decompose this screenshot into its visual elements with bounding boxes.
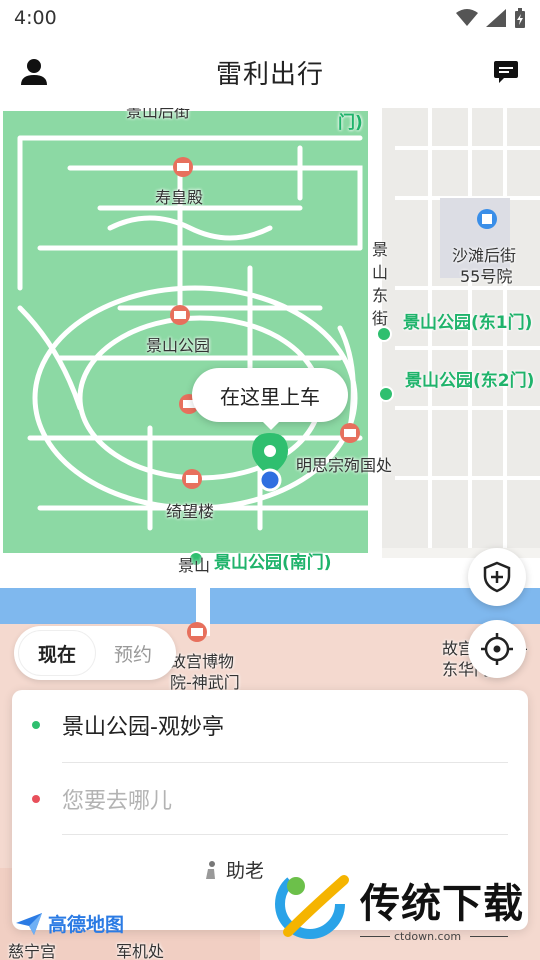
poi-pin-icon: [173, 157, 193, 177]
watermark: 传统下载 ctdown.com: [268, 850, 540, 958]
start-dot: [32, 721, 40, 729]
elder-icon: [206, 860, 215, 879]
amap-arrow-icon: [16, 912, 42, 935]
map-label: 门): [338, 113, 363, 133]
crosshair-icon: [481, 633, 513, 665]
pickup-location-row[interactable]: 景山公园-观妙亭: [12, 690, 528, 760]
divider: [470, 936, 508, 937]
destination-placeholder: 您要去哪儿: [62, 789, 173, 814]
map-label: 军机处: [116, 942, 165, 960]
time-tabs: 现在 预约: [14, 626, 176, 680]
map-label: 明思宗殉国处: [296, 456, 393, 475]
map-label: 景山公园(东1门): [403, 313, 533, 333]
map-view[interactable]: 景山后街 门) 寿皇殿 沙滩后街 55号院 景山东街 景山公园 景山公园(东1门…: [0, 108, 540, 960]
profile-button[interactable]: [16, 54, 52, 90]
map-label: 故宫博物院-神武门: [170, 652, 240, 692]
messages-button[interactable]: [488, 54, 524, 90]
poi-pin-icon: [170, 305, 190, 325]
status-bar: 4:00: [0, 0, 540, 36]
map-label: 寿皇殿: [155, 188, 204, 207]
watermark-site: ctdown.com: [394, 930, 462, 943]
app-header: 雷利出行: [0, 36, 540, 108]
map-label: 55号院: [460, 267, 513, 286]
safety-button[interactable]: [468, 548, 526, 606]
map-label: 绮望楼: [166, 502, 215, 521]
map-label: 景山公园(南门): [214, 553, 332, 573]
divider: [360, 936, 390, 937]
poi-pin-icon: [187, 622, 207, 642]
tab-now[interactable]: 现在: [19, 631, 95, 675]
signal-icon: [486, 9, 506, 27]
elder-assist-button[interactable]: 助老: [202, 856, 264, 883]
poi-pin-icon: [477, 209, 497, 229]
pickup-location: 景山公园-观妙亭: [62, 715, 224, 740]
poi-pin-icon: [340, 423, 360, 443]
shield-icon: [483, 561, 511, 593]
map-label: 景山后街: [126, 108, 191, 121]
status-time: 4:00: [14, 7, 57, 29]
message-icon: [494, 61, 518, 83]
map-label: 景山东街: [372, 240, 389, 328]
status-icons: [456, 8, 526, 28]
amap-logo-text: 高德地图: [48, 914, 125, 936]
pickup-bubble[interactable]: 在这里上车: [192, 368, 348, 430]
watermark-brand: 传统下载: [360, 881, 524, 927]
amap-logo: 高德地图: [14, 910, 124, 937]
map-label: 景山: [178, 556, 211, 575]
app-title: 雷利出行: [215, 59, 324, 90]
map-label: 景山公园: [146, 336, 211, 355]
map-label: 景山公园(东2门): [405, 371, 535, 391]
elder-assist-label: 助老: [226, 860, 265, 882]
locate-button[interactable]: [468, 620, 526, 678]
battery-icon: [515, 8, 525, 28]
person-icon: [21, 59, 47, 85]
tab-reserve[interactable]: 预约: [95, 631, 171, 675]
poi-pin-icon: [182, 469, 202, 489]
wifi-icon: [456, 9, 478, 26]
destination-input[interactable]: 您要去哪儿: [12, 764, 528, 834]
watermark-logo-icon: [275, 869, 349, 939]
end-dot: [32, 795, 40, 803]
divider: [62, 834, 508, 835]
divider: [62, 762, 508, 763]
map-label: 慈宁宫: [8, 942, 57, 960]
